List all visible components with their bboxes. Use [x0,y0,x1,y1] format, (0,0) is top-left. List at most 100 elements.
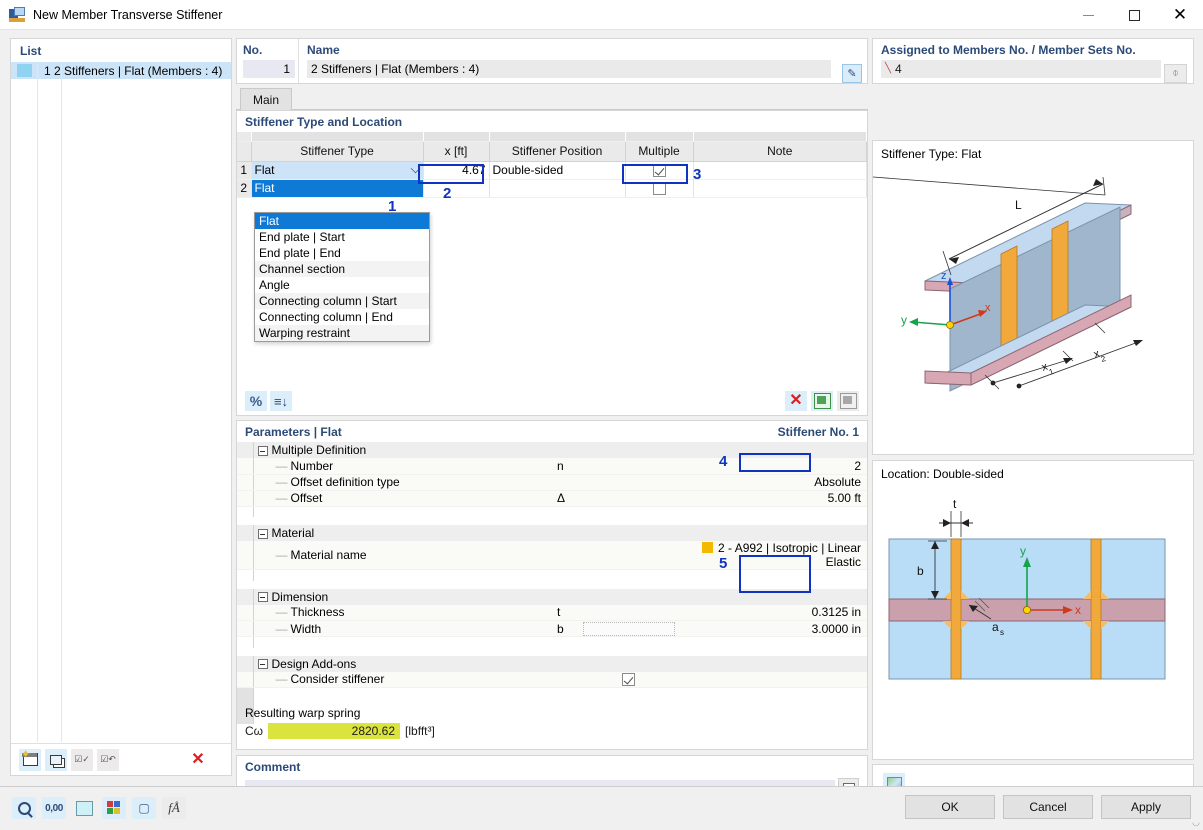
name-label: Name [307,43,340,57]
list-item[interactable]: 1 2 Stiffeners | Flat (Members : 4) [11,62,231,79]
param-group-header[interactable]: Design Add-ons [237,655,867,672]
offset-value-field[interactable]: 5.00 ft [678,490,867,507]
note-cell[interactable] [693,179,867,198]
select-all-button[interactable]: ☑✓ [71,748,93,771]
note-cell[interactable] [693,161,867,180]
table-row[interactable]: 1 Flat 4.67 Double-sided [237,161,867,180]
new-item-button[interactable]: ✦ [19,748,41,771]
param-value[interactable]: Absolute [678,474,867,491]
group-label: Design Add-ons [271,656,357,671]
param-group-header[interactable]: Material [237,525,867,541]
parameters-card: Parameters | Flat Stiffener No. 1 Multip… [236,420,868,750]
dropdown-option[interactable]: End plate | Start [255,229,429,245]
stiffener-position-cell[interactable] [489,179,626,198]
row-number: 2 [237,179,252,198]
group-label: Multiple Definition [271,443,367,457]
import-excel-button[interactable] [837,391,859,411]
isometric-beam-diagram: L z x y x 1 x 2 [872,161,1193,444]
assigned-value: 4 [895,62,902,76]
render-settings-button[interactable]: ▢ [132,797,156,819]
ok-button[interactable]: OK [905,795,995,819]
param-group-header[interactable]: Multiple Definition [237,442,867,458]
stiffener-type-cell[interactable]: Flat [251,161,424,180]
apply-button[interactable]: Apply [1101,795,1191,819]
param-row[interactable]: — Offset Δ 5.00 ft [237,490,867,507]
name-input[interactable]: 2 Stiffeners | Flat (Members : 4) [307,60,831,78]
sort-button[interactable]: ≡↓ [270,391,292,411]
maximize-icon[interactable] [1111,0,1157,30]
collapse-icon[interactable] [257,659,268,670]
svg-text:y: y [901,313,907,327]
zoom-tool-button[interactable] [12,797,36,819]
multiple-checkbox[interactable] [652,164,666,178]
background-color-button[interactable] [72,797,96,819]
assigned-label: Assigned to Members No. / Member Sets No… [881,43,1136,57]
invert-selection-button[interactable]: ☑↶ [97,748,119,771]
minimize-icon[interactable] [1065,0,1111,30]
dropdown-option[interactable]: Flat [255,213,429,229]
col-multiple: Multiple [625,140,694,162]
stiffener-position-cell[interactable]: Double-sided [489,161,626,180]
number-input[interactable]: 1 [243,60,295,78]
warp-spring-symbol: Cω [245,724,264,738]
x-position-cell[interactable]: 4.67 [423,161,490,180]
svg-text:x: x [985,302,991,314]
thickness-field[interactable]: 0.3125 in [678,604,867,621]
close-icon[interactable]: ✕ [1157,0,1203,30]
color-settings-button[interactable] [102,797,126,819]
multiple-checkbox[interactable] [652,182,666,196]
delete-row-button[interactable]: ✕ [785,391,807,411]
chevron-down-icon[interactable] [410,163,420,173]
col-note: Note [693,140,867,162]
edit-name-button[interactable]: ✎ [842,64,862,83]
cancel-button[interactable]: Cancel [1003,795,1093,819]
assigned-input[interactable]: ╲ 4 [881,60,1161,78]
list-item-label: 2 Stiffeners | Flat (Members : 4) [54,63,223,78]
svg-text:s: s [1000,628,1004,637]
collapse-icon[interactable] [257,445,268,456]
tab-main[interactable]: Main [240,88,293,110]
dropdown-option[interactable]: Angle [255,277,429,293]
offset-unit: ft [854,491,861,505]
resize-grip[interactable]: ◡ [1192,817,1200,828]
x-position-cell[interactable] [423,179,490,198]
param-group-header[interactable]: Dimension [237,588,867,605]
decimal-places-button[interactable]: 0,00 [42,797,66,819]
stiffener-type-dropdown[interactable]: Flat End plate | Start End plate | End C… [254,212,430,342]
parameters-title: Parameters | Flat Stiffener No. 1 [237,421,867,442]
stiffener-type-cell[interactable]: Flat [251,179,424,198]
delete-item-button[interactable]: ✕ [187,749,209,771]
consider-stiffener-checkbox[interactable] [622,673,636,687]
collapse-icon[interactable] [257,592,268,603]
param-row[interactable]: — Offset definition type Absolute [237,474,867,491]
svg-text:z: z [941,270,947,282]
multiple-checkbox-cell[interactable] [625,179,694,198]
dropdown-option[interactable]: Channel section [255,261,429,277]
dropdown-option[interactable]: Connecting column | End [255,309,429,325]
width-field[interactable]: 3.0000 in [678,620,867,637]
dropdown-option[interactable]: Connecting column | Start [255,293,429,309]
param-row[interactable]: — Width b 3.0000 in [237,620,867,637]
param-row[interactable]: — Material name 2 - A992 | Isotropic | Li… [237,541,867,570]
magnifier-icon [17,801,31,815]
select-members-button[interactable]: ⌽ [1164,64,1187,83]
svg-text:b: b [917,564,924,578]
param-row[interactable]: — Thickness t 0.3125 in [237,604,867,621]
formula-button[interactable]: fÅ [162,797,186,819]
copy-item-button[interactable] [45,748,67,771]
collapse-icon[interactable] [257,528,268,539]
param-row[interactable]: — Consider stiffener [237,671,867,688]
cursor-pick-icon: ⌽ [1172,67,1179,79]
formula-icon: fÅ [168,800,180,815]
cross-section-diagram: t b y x a s [873,481,1193,739]
material-value-cell[interactable]: 2 - A992 | Isotropic | Linear Elastic [678,541,867,570]
percent-button[interactable]: % [245,391,267,411]
dropdown-option[interactable]: End plate | End [255,245,429,261]
dropdown-option[interactable]: Warping restraint [255,325,429,341]
table-row[interactable]: 2 Flat [237,179,867,198]
bottom-bar: 0,00 ▢ fÅ OK Cancel Apply ◡ [0,786,1203,830]
export-excel-button[interactable] [811,391,833,411]
param-row[interactable]: — Number n 2 [237,458,867,475]
multiple-checkbox-cell[interactable] [625,161,694,180]
material-name: 2 - A992 | Isotropic | Linear Elastic [718,541,861,569]
